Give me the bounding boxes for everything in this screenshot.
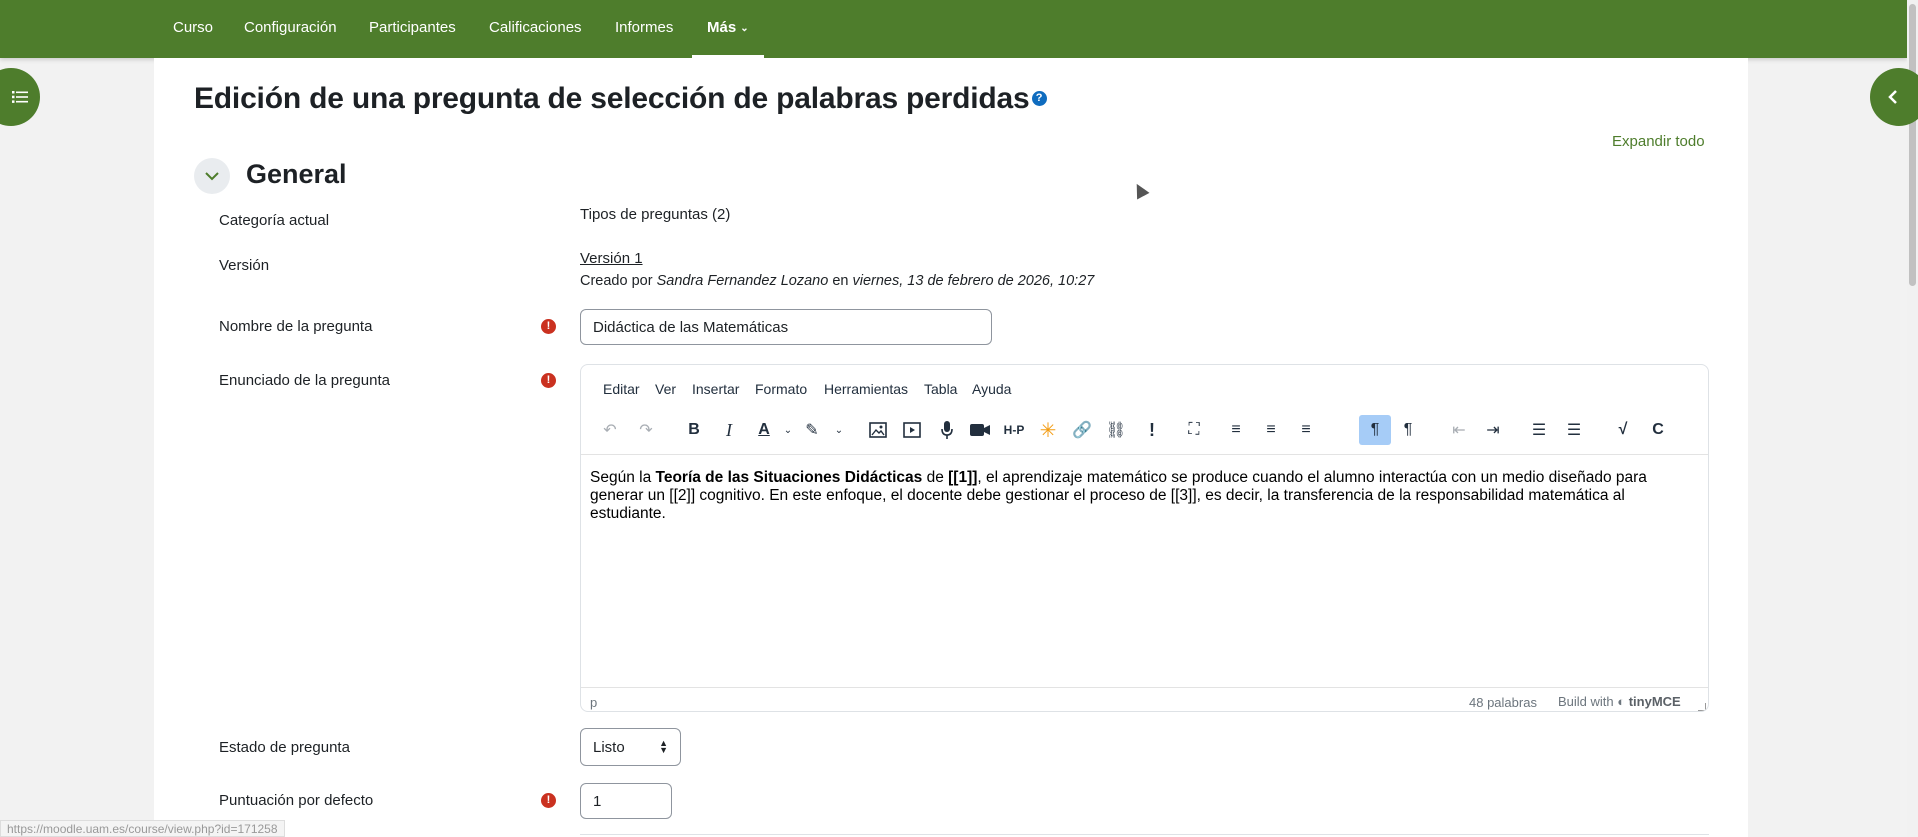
question-text-label: Enunciado de la pregunta — [219, 372, 390, 389]
multimedia-plugin-icon[interactable]: ✳ — [1035, 415, 1061, 445]
brand-prefix: Build with — [1558, 694, 1614, 709]
expand-all-link[interactable]: Expandir todo — [1612, 133, 1705, 150]
text-color-dropdown-icon[interactable]: ⌄ — [775, 415, 801, 445]
editor-statusbar: p 48 palabras Build with ◐ tinyMCE — [581, 687, 1708, 711]
content-text: de — [922, 469, 949, 486]
italic-icon[interactable]: I — [716, 415, 742, 445]
next-field-border — [580, 834, 1709, 835]
media-icon[interactable] — [899, 415, 925, 445]
list-icon — [12, 91, 28, 103]
highlight-color-icon[interactable]: ✎ — [799, 415, 825, 445]
default-mark-label: Puntuación por defecto — [219, 792, 374, 809]
help-icon[interactable]: ? — [1031, 90, 1047, 106]
rtl-direction-icon[interactable]: ¶ — [1395, 415, 1421, 445]
chevron-down-icon — [205, 171, 219, 180]
question-status-select[interactable]: Listo ▲ ▼ — [580, 728, 681, 766]
default-mark-input[interactable]: 1 — [580, 783, 672, 819]
editor-menubar: Editar Ver Insertar Formato Herramientas… — [581, 365, 1708, 411]
required-icon: ! — [541, 793, 556, 808]
nav-item-informes[interactable]: Informes — [615, 0, 673, 58]
category-label: Categoría actual — [219, 212, 330, 229]
nav-item-configuracion[interactable]: Configuración — [244, 0, 337, 58]
nav-item-curso[interactable]: Curso — [173, 0, 213, 58]
nav-item-mas[interactable]: Más ⌄ — [692, 0, 764, 58]
tinymce-branding[interactable]: Build with ◐ tinyMCE — [1558, 694, 1681, 709]
question-status-value: Listo — [593, 738, 625, 756]
version-created-info: Creado por Sandra Fernandez Lozano en vi… — [580, 273, 1094, 289]
indent-icon[interactable]: ⇥ — [1480, 415, 1506, 445]
course-index-toggle[interactable] — [0, 68, 40, 126]
content-bold-text: Teoría de las Situaciones Didácticas — [655, 469, 923, 486]
bold-icon[interactable]: B — [681, 415, 707, 445]
menu-tabla[interactable]: Tabla — [924, 381, 957, 397]
version-label: Versión — [219, 257, 270, 274]
highlight-dropdown-icon[interactable]: ⌄ — [826, 415, 852, 445]
editor-content[interactable]: Según la Teoría de las Situaciones Didác… — [590, 469, 1690, 523]
menu-editar[interactable]: Editar — [603, 381, 640, 397]
nav-item-participantes[interactable]: Participantes — [369, 0, 456, 58]
brand-name: tinyMCE — [1628, 694, 1681, 709]
question-name-label: Nombre de la pregunta — [219, 318, 373, 335]
microphone-icon[interactable] — [934, 415, 960, 445]
unlink-icon[interactable]: ⛓ — [1103, 415, 1129, 445]
align-right-icon[interactable]: ≡ — [1293, 415, 1319, 445]
scrollbar-thumb[interactable] — [1909, 4, 1916, 286]
undo-icon[interactable]: ↶ — [597, 415, 623, 445]
image-icon[interactable] — [865, 415, 891, 445]
resize-handle-icon[interactable] — [1698, 703, 1706, 711]
chemistry-icon[interactable]: C — [1645, 415, 1671, 445]
created-prefix: Creado por — [580, 273, 653, 289]
numbered-list-icon[interactable]: ☰ — [1561, 415, 1587, 445]
menu-ver[interactable]: Ver — [655, 381, 676, 397]
page-scrollbar[interactable] — [1907, 0, 1918, 837]
section-collapse-toggle[interactable] — [194, 158, 230, 194]
nav-more-label: Más — [707, 19, 737, 36]
top-navigation: Curso Configuración Participantes Califi… — [0, 0, 1907, 58]
equation-icon[interactable]: √ — [1610, 415, 1636, 445]
text-color-icon[interactable]: A — [751, 415, 777, 445]
video-camera-icon[interactable] — [967, 415, 993, 445]
chevron-down-icon: ⌄ — [740, 23, 749, 34]
created-mid: en — [832, 273, 849, 289]
page-title-text: Edición de una pregunta de selección de … — [194, 82, 1030, 115]
chevron-left-icon — [1888, 90, 1897, 104]
link-icon[interactable]: 🔗 — [1069, 415, 1095, 445]
category-value: Tipos de preguntas (2) — [580, 206, 731, 223]
ltr-direction-icon[interactable]: ¶ — [1359, 415, 1391, 445]
fullscreen-icon[interactable]: ⛶ — [1181, 415, 1207, 445]
menu-herramientas[interactable]: Herramientas — [824, 381, 908, 397]
accessibility-checker-icon[interactable]: ! — [1139, 415, 1165, 445]
element-path[interactable]: p — [590, 695, 597, 710]
required-icon: ! — [541, 373, 556, 388]
question-status-label: Estado de pregunta — [219, 739, 350, 756]
page-title: Edición de una pregunta de selección de … — [194, 82, 1047, 116]
status-bar-url: https://moodle.uam.es/course/view.php?id… — [0, 820, 285, 837]
section-title: General — [246, 159, 347, 189]
menu-insertar[interactable]: Insertar — [692, 381, 739, 397]
bullet-list-icon[interactable]: ☰ — [1526, 415, 1552, 445]
block-drawer-toggle[interactable] — [1870, 68, 1918, 126]
align-center-icon[interactable]: ≡ — [1258, 415, 1284, 445]
editor-toolbar: ↶ ↷ B I A ⌄ ✎ ⌄ H-P ✳ 🔗 ⛓ ! ⛶ ≡ ≡ ≡ ¶ ¶ … — [581, 411, 1708, 455]
redo-icon[interactable]: ↷ — [633, 415, 659, 445]
menu-formato[interactable]: Formato — [755, 381, 807, 397]
content-bold-text: [[1]] — [948, 469, 978, 486]
created-author: Sandra Fernandez Lozano — [656, 273, 829, 289]
align-left-icon[interactable]: ≡ — [1223, 415, 1249, 445]
content-text: Según la — [590, 469, 656, 486]
menu-ayuda[interactable]: Ayuda — [972, 381, 1011, 397]
nav-item-calificaciones[interactable]: Calificaciones — [489, 0, 582, 58]
rich-text-editor: Editar Ver Insertar Formato Herramientas… — [580, 364, 1709, 712]
outdent-icon[interactable]: ⇤ — [1446, 415, 1472, 445]
required-icon: ! — [541, 319, 556, 334]
version-value: Versión 1 — [580, 250, 643, 267]
h5p-icon[interactable]: H-P — [1001, 415, 1027, 445]
created-date: viernes, 13 de febrero de 2026, 10:27 — [852, 273, 1095, 289]
question-name-input[interactable]: Didáctica de las Matemáticas — [580, 309, 992, 345]
word-count[interactable]: 48 palabras — [1469, 695, 1537, 710]
select-arrows-icon: ▲ ▼ — [659, 738, 668, 755]
